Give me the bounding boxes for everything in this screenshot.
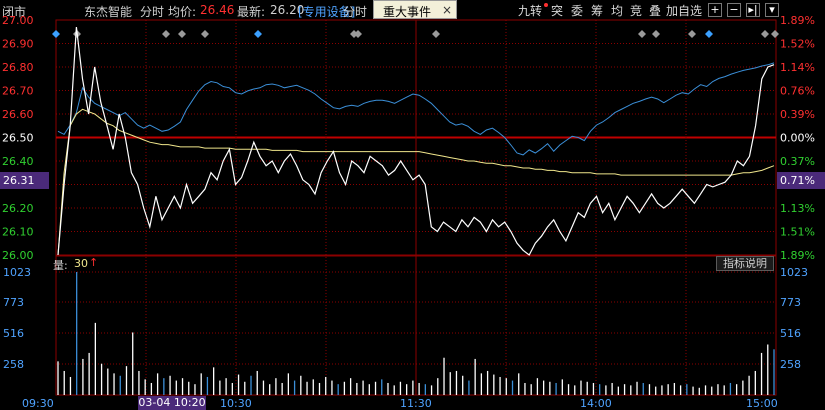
price-axis-label: 26.90 bbox=[2, 38, 34, 51]
event-marker-icon bbox=[201, 30, 209, 38]
indicator-help-button[interactable]: 指标说明 bbox=[716, 256, 774, 271]
price-axis-label: 26.70 bbox=[2, 85, 34, 98]
pct-axis-label: 0.37% bbox=[780, 155, 815, 168]
price-axis-label: 26.10 bbox=[2, 226, 34, 239]
price-axis-label: 26.50 bbox=[2, 132, 34, 145]
axis-labels: 27.00 26.90 26.80 26.70 26.60 26.50 26.40 26.20… bbox=[2, 14, 815, 410]
volume-axis-label: 258 bbox=[3, 358, 24, 371]
price-axis-label: 26.40 bbox=[2, 155, 34, 168]
pct-axis-label: 1.51% bbox=[780, 226, 815, 239]
current-price-box: 26.31 bbox=[0, 172, 49, 189]
time-axis-label: 15:00 bbox=[746, 397, 778, 410]
volume-axis-label-right: 1023 bbox=[780, 266, 808, 279]
volume-axis-label-right: 258 bbox=[780, 358, 801, 371]
pct-axis-label: 1.14% bbox=[780, 61, 815, 74]
volume-axis-label: 1023 bbox=[3, 266, 31, 279]
event-marker-icon bbox=[638, 30, 646, 38]
event-marker-icon bbox=[652, 30, 660, 38]
volume-value: 30 bbox=[74, 257, 88, 270]
event-marker-icon bbox=[705, 30, 713, 38]
event-marker-icon bbox=[688, 30, 696, 38]
price-axis-label: 26.00 bbox=[2, 249, 34, 262]
event-marker-icon bbox=[178, 30, 186, 38]
time-axis-label: 09:30 bbox=[22, 397, 54, 410]
volume-axis-label-right: 773 bbox=[780, 296, 801, 309]
pct-axis-label: 1.89% bbox=[780, 14, 815, 27]
price-axis-label: 26.80 bbox=[2, 61, 34, 74]
pct-axis-label: 0.00% bbox=[780, 132, 815, 145]
volume-axis-label: 773 bbox=[3, 296, 24, 309]
time-axis-label: 10:30 bbox=[220, 397, 252, 410]
price-axis-label: 27.00 bbox=[2, 14, 34, 27]
pct-axis-label: 1.52% bbox=[780, 38, 815, 51]
intraday-chart[interactable]: 27.00 26.90 26.80 26.70 26.60 26.50 26.40 26.20… bbox=[0, 0, 825, 410]
pct-axis-label: 0.39% bbox=[780, 108, 815, 121]
volume-up-arrow-icon: ↑ bbox=[89, 256, 99, 269]
event-marker-icon bbox=[254, 30, 262, 38]
event-marker-icon bbox=[162, 30, 170, 38]
time-axis-label: 11:30 bbox=[400, 397, 432, 410]
event-marker-icon bbox=[52, 30, 60, 38]
price-axis-label: 26.60 bbox=[2, 108, 34, 121]
price-axis-label: 26.20 bbox=[2, 202, 34, 215]
pct-axis-label: 1.89% bbox=[780, 249, 815, 262]
volume-axis-label: 516 bbox=[3, 327, 24, 340]
volume-label: 量: bbox=[53, 259, 68, 272]
time-axis-label: 14:00 bbox=[580, 397, 612, 410]
selected-time-label: 03-04 10:20 bbox=[138, 396, 206, 410]
event-marker-icon bbox=[432, 30, 440, 38]
chart-grid bbox=[55, 19, 777, 396]
event-marker-icon bbox=[761, 30, 769, 38]
pct-axis-label: 0.76% bbox=[780, 85, 815, 98]
current-pct-box: 0.71% bbox=[777, 172, 825, 189]
pct-axis-label: 1.13% bbox=[780, 202, 815, 215]
event-marker-icon bbox=[771, 30, 779, 38]
volume-axis-label-right: 516 bbox=[780, 327, 801, 340]
event-marker-icon bbox=[354, 30, 362, 38]
